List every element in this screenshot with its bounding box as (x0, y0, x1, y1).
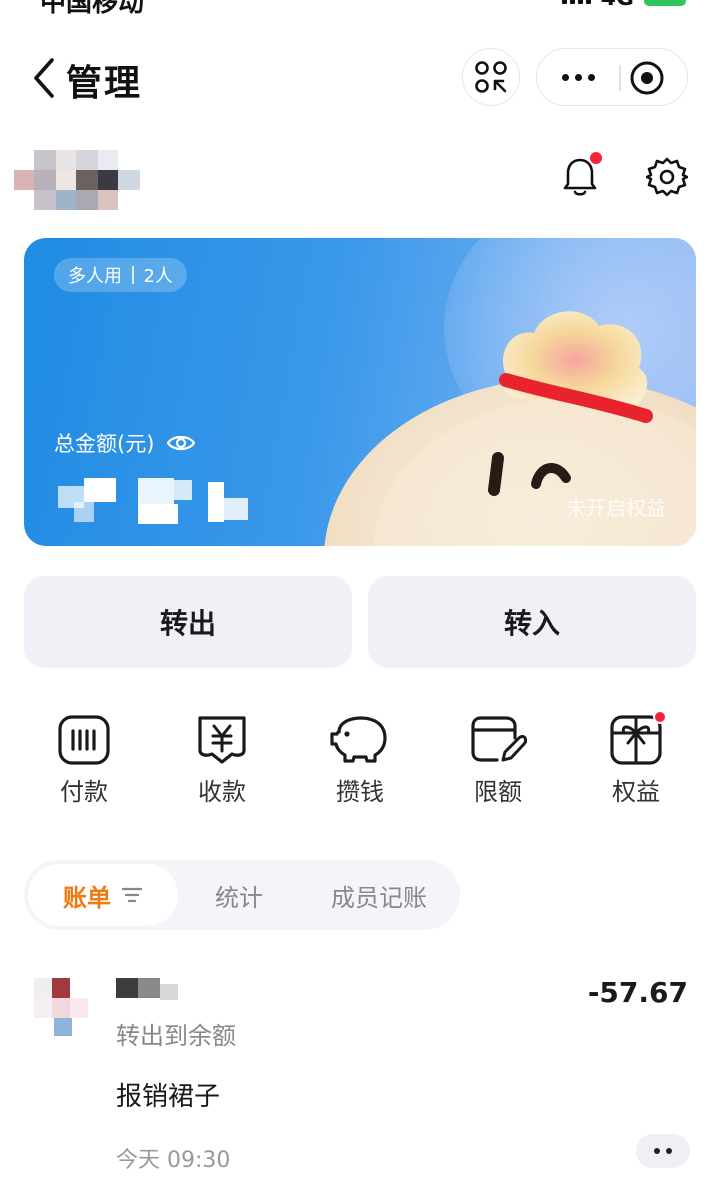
page-title: 管理 (66, 63, 143, 104)
transaction-amount: -57.67 (587, 976, 688, 1009)
member-avatar (34, 978, 88, 1036)
avatar[interactable] (14, 150, 140, 214)
nav-bar: 管理 (0, 40, 720, 114)
more-dot (587, 73, 595, 81)
tab-bills-label: 账单 (63, 883, 111, 912)
member-name-masked (116, 978, 186, 1004)
benefit-status: 未开启权益 (566, 496, 666, 520)
pay-code-icon (58, 715, 110, 765)
close-button[interactable] (627, 58, 667, 98)
action-grid: 付款 收款 攒钱 限额 权益 (0, 710, 720, 820)
action-label: 攒钱 (336, 778, 384, 806)
action-pay[interactable]: 付款 (29, 710, 139, 820)
carrier-label: 中国移动 (40, 0, 144, 14)
more-dot (561, 73, 569, 81)
back-arrow-icon[interactable] (30, 56, 60, 100)
more-dot (574, 73, 582, 81)
filter-icon[interactable] (121, 886, 143, 904)
battery-icon: 100 (644, 0, 686, 6)
account-card[interactable]: 多人用 2人 总金额(元) 未开启权益 (24, 238, 696, 546)
action-limit[interactable]: 限额 (443, 710, 553, 820)
mini-program-capsule (536, 48, 688, 106)
notification-dot (590, 152, 602, 164)
status-indicators: 4G 100 (561, 0, 686, 11)
action-label: 付款 (60, 778, 108, 806)
list-item[interactable]: -57.67 转出到余额 报销裙子 今天 09:30 (0, 960, 720, 1190)
balance-amount-masked (58, 478, 298, 524)
balance-label: 总金额(元) (54, 432, 155, 456)
balance-label-row: 总金额(元) (54, 428, 196, 458)
target-close-icon (630, 61, 664, 95)
transfer-in-button[interactable]: 转入 (368, 576, 696, 668)
action-label: 收款 (198, 778, 246, 806)
scan-code-icon (475, 61, 507, 93)
signal-icon (561, 0, 591, 4)
action-label: 限额 (474, 778, 522, 806)
transaction-type: 转出到余额 (116, 1022, 236, 1050)
profile-row (0, 140, 720, 220)
account-type-tag: 多人用 2人 (54, 258, 187, 292)
transaction-time: 今天 09:30 (116, 1148, 231, 1173)
tab-member-bookkeeping[interactable]: 成员记账 (304, 860, 454, 930)
action-benefit[interactable]: 权益 (581, 710, 691, 820)
more-dot (666, 1148, 672, 1154)
tab-stats[interactable]: 统计 (174, 860, 304, 930)
transfer-out-button[interactable]: 转出 (24, 576, 352, 668)
more-button[interactable] (537, 49, 619, 105)
status-bar: 中国移动 4G 100 (0, 0, 720, 14)
eye-icon[interactable] (166, 432, 196, 454)
action-save[interactable]: 攒钱 (305, 710, 415, 820)
more-dot (654, 1148, 660, 1154)
tag-members: 2人 (143, 266, 173, 287)
action-receive[interactable]: 收款 (167, 710, 277, 820)
scan-code-button[interactable] (462, 48, 520, 106)
tab-bills[interactable]: 账单 (28, 864, 178, 926)
yuan-receive-icon (198, 716, 246, 764)
action-label: 权益 (612, 778, 660, 806)
tag-mode: 多人用 (68, 266, 122, 287)
transaction-note: 报销裙子 (116, 1082, 221, 1112)
capsule-divider (619, 65, 621, 91)
settings-button[interactable] (645, 156, 689, 198)
segment-tabs: 账单 统计 成员记账 (24, 860, 460, 930)
gear-icon (645, 157, 689, 197)
card-limit-icon (471, 716, 527, 762)
benefit-badge-dot (653, 710, 667, 724)
tag-separator (132, 266, 134, 284)
network-label: 4G (601, 0, 634, 11)
piggy-bank-icon (330, 716, 387, 763)
transaction-more-button[interactable] (636, 1134, 690, 1168)
notification-button[interactable] (560, 152, 602, 198)
